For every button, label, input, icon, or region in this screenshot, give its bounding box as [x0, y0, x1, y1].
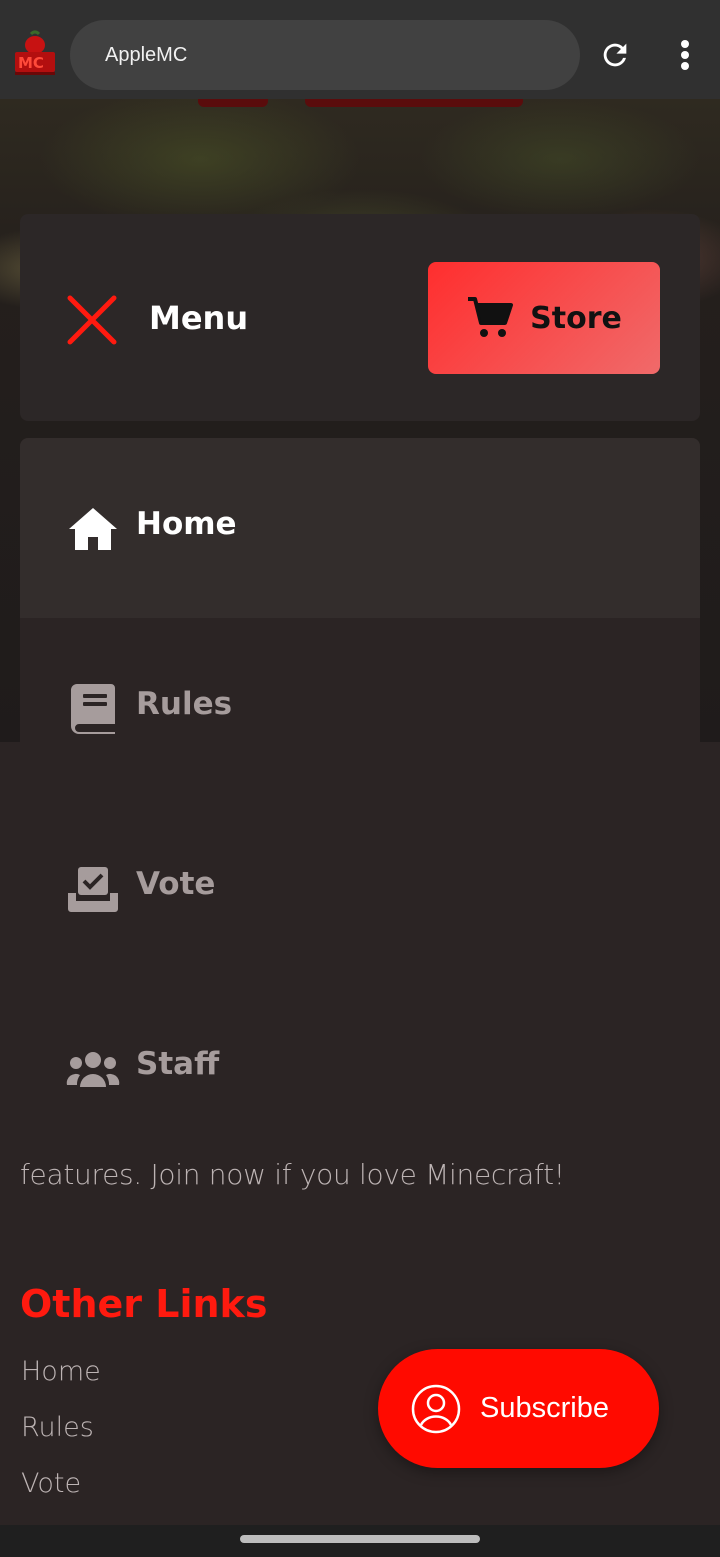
- footer-link-rules[interactable]: Rules: [21, 1412, 94, 1443]
- intro-text: features. Join now if you love Minecraft…: [20, 1158, 565, 1191]
- nav-item-label: Vote: [136, 866, 216, 902]
- nav-item-staff[interactable]: Staff: [20, 978, 700, 1158]
- gesture-handle[interactable]: [240, 1535, 480, 1543]
- subscribe-label: Subscribe: [480, 1392, 609, 1424]
- other-links-heading: Other Links: [20, 1282, 268, 1326]
- reload-button[interactable]: [594, 34, 636, 76]
- close-icon[interactable]: [66, 294, 118, 346]
- address-bar-text: AppleMC: [105, 44, 188, 66]
- nav-menu: Home Rules Vote Staff: [20, 438, 700, 1158]
- svg-text:MC: MC: [18, 54, 44, 72]
- footer-link-vote[interactable]: Vote: [21, 1468, 81, 1499]
- nav-item-home[interactable]: Home: [20, 438, 700, 618]
- nav-item-rules[interactable]: Rules: [20, 618, 700, 798]
- vote-box-icon: [66, 862, 120, 916]
- home-icon: [66, 502, 120, 556]
- menu-header: Menu Store: [20, 214, 700, 421]
- system-navigation-bar: [0, 1525, 720, 1557]
- applemc-logo-icon[interactable]: MC: [12, 30, 58, 78]
- menu-title: Menu: [149, 299, 249, 337]
- cart-icon: [468, 297, 514, 337]
- nav-item-label: Rules: [136, 686, 233, 722]
- browser-toolbar: MC AppleMC: [0, 0, 720, 99]
- store-button[interactable]: Store: [428, 262, 660, 374]
- user-circle-icon: [411, 1384, 461, 1433]
- users-icon: [66, 1042, 120, 1096]
- book-icon: [66, 682, 120, 736]
- nav-item-label: Home: [136, 506, 237, 542]
- address-bar[interactable]: AppleMC: [70, 20, 580, 90]
- subscribe-button[interactable]: Subscribe: [378, 1349, 659, 1468]
- hero-banner-fragment: [198, 99, 268, 107]
- page-root: MC AppleMC features. Join now if you lov…: [0, 0, 720, 1557]
- hero-banner-fragment: [305, 99, 523, 107]
- reload-icon: [603, 43, 627, 67]
- nav-item-vote[interactable]: Vote: [20, 798, 700, 978]
- more-vertical-icon: [681, 40, 689, 70]
- footer-link-home[interactable]: Home: [21, 1356, 101, 1387]
- more-options-button[interactable]: [664, 34, 706, 76]
- store-button-label: Store: [530, 300, 622, 336]
- nav-item-label: Staff: [136, 1046, 220, 1082]
